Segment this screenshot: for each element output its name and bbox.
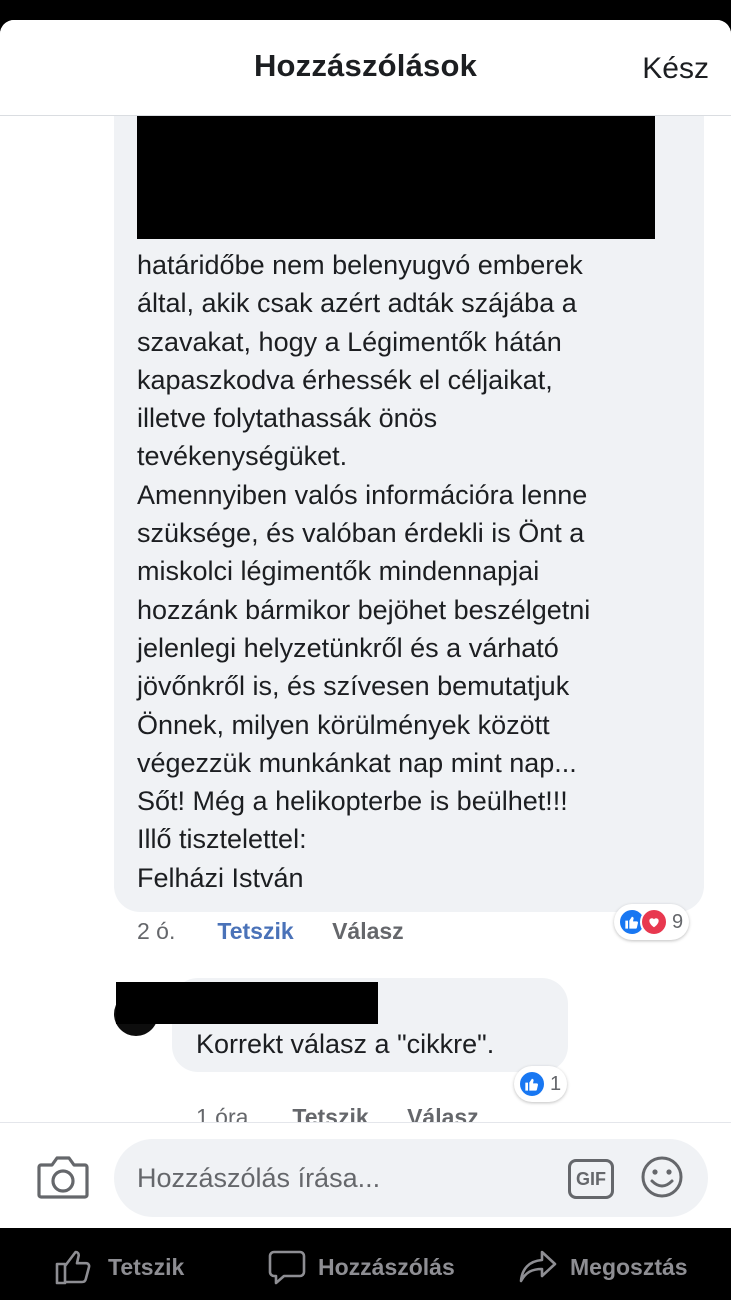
comments-list[interactable]: határidőbe nem belenyugvó emberek által,… (0, 116, 731, 1122)
reaction-count: 1 (550, 1072, 562, 1095)
redacted-block (137, 116, 655, 239)
redacted-author-name (116, 982, 378, 1024)
comment-reply-button[interactable]: Válasz (332, 918, 404, 945)
comment-text: Korrekt válasz a "cikkre". (196, 1029, 495, 1059)
reaction-count: 9 (672, 910, 684, 933)
post-share-label: Megosztás (570, 1253, 688, 1280)
post-like-button[interactable]: Tetszik (54, 1248, 184, 1286)
comment-composer: GIF (0, 1122, 731, 1228)
comment-like-button[interactable]: Tetszik (292, 1104, 368, 1122)
emoji-icon[interactable] (640, 1155, 684, 1199)
reaction-summary[interactable]: 1 (514, 1066, 568, 1102)
comment-input[interactable] (114, 1139, 708, 1217)
love-icon (640, 908, 668, 936)
comment-text: határidőbe nem belenyugvó emberek által,… (137, 250, 591, 893)
comment-reply-button[interactable]: Válasz (407, 1104, 479, 1122)
reaction-summary[interactable]: 9 (614, 904, 690, 940)
comments-sheet: Hozzászólások Kész határidőbe nem beleny… (0, 20, 731, 1228)
gif-button[interactable]: GIF (568, 1159, 614, 1199)
post-like-label: Tetszik (108, 1253, 185, 1280)
done-button[interactable]: Kész (642, 52, 709, 86)
post-comment-label: Hozzászólás (318, 1253, 455, 1280)
comment-time: 2 ó. (137, 918, 176, 944)
post-action-bar: Tetszik Hozzászólás Megosztás (0, 1228, 731, 1300)
like-icon (518, 1070, 546, 1098)
thumbs-up-icon (55, 1250, 91, 1285)
post-share-button[interactable]: Megosztás (518, 1248, 688, 1286)
header: Hozzászólások Kész (0, 20, 731, 116)
share-icon (519, 1250, 557, 1283)
comment-bubble-icon (268, 1250, 306, 1285)
comment-actions: 2 ó. Tetszik Válasz (137, 918, 404, 945)
comment-time: 1 óra (196, 1104, 249, 1122)
comment-like-button[interactable]: Tetszik (217, 918, 293, 945)
post-comment-button[interactable]: Hozzászólás (268, 1248, 455, 1286)
comment-actions: 1 óra Tetszik Válasz (196, 1104, 479, 1122)
camera-icon[interactable] (36, 1153, 90, 1201)
page-title: Hozzászólások (253, 48, 478, 83)
